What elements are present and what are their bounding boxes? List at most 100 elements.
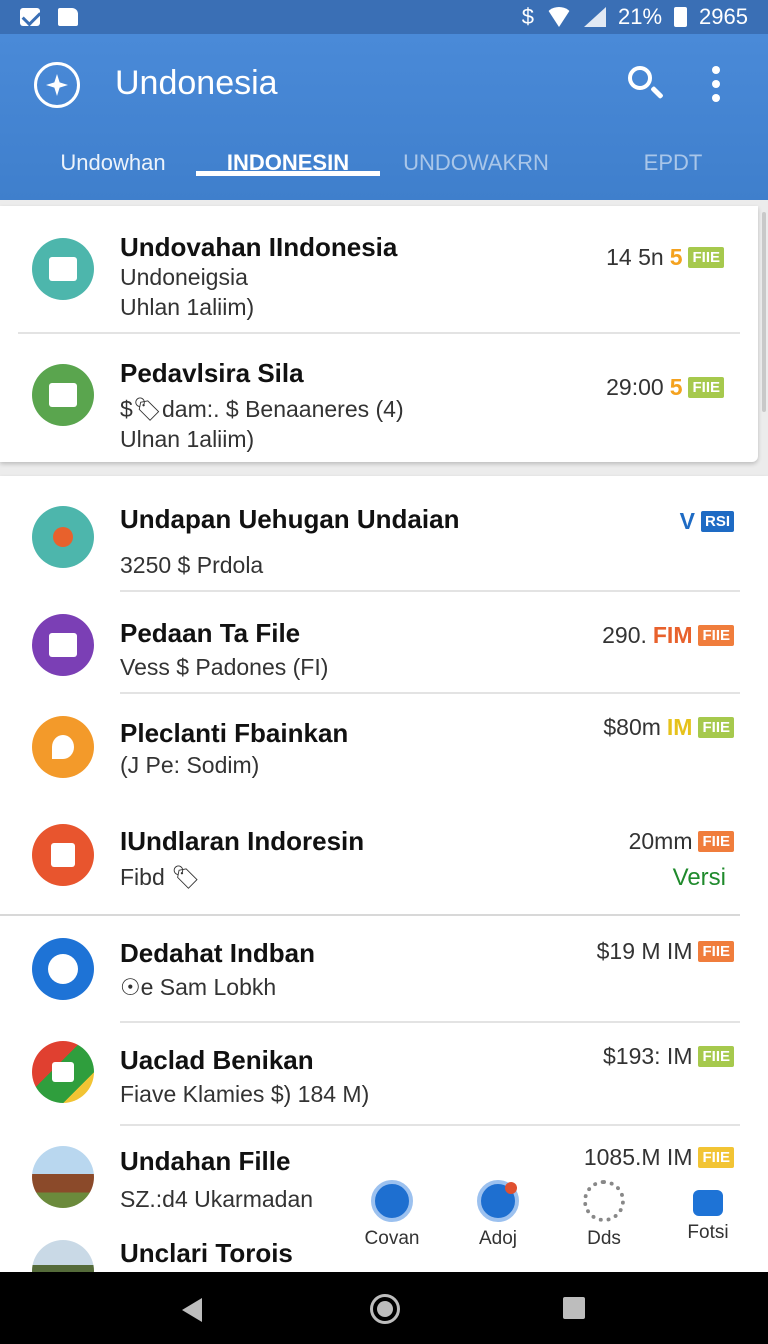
bottom-nav-label: Fotsi [687,1222,729,1243]
status-time: 2965 [699,4,748,29]
status-badge: FIIE [688,377,724,398]
house-icon [32,238,94,300]
item-meta: $193: IM FIIE [603,1043,734,1070]
bottom-nav-label: Dds [587,1228,621,1249]
system-nav-bar [0,1272,768,1344]
app-bar: Undonesia Undowhan INDONESIN UNDOWAKRN E… [0,34,768,200]
item-size: $193: IM [602,1043,693,1069]
item-meta: 20mm FIIE [629,828,734,855]
status-badge: FIIE [688,247,724,268]
document-icon [58,8,78,26]
version-label: Versi [672,864,726,891]
item-size: 20mm [628,828,693,854]
list-item[interactable]: Pleclanti Fbainkan (J Pe: Sodim) $80m IM… [0,694,768,804]
item-title: Pleclanti Fbainkan [120,718,349,748]
item-accent: IM [666,714,693,740]
bottom-nav-dds[interactable]: Dds [564,1180,644,1250]
photo-temple-icon [32,1146,94,1208]
scrollbar[interactable] [762,212,766,412]
item-subtitle: 3250 $ Prdola [120,552,264,578]
item-title: Undovahan IIndonesia [120,232,398,262]
home-icon [371,1180,413,1222]
list-item[interactable]: Undapan Uehugan Undaian 3250 $ Prdola V … [0,476,768,592]
item-subtitle: Fibd 🏷 [120,864,201,890]
tab-indonesin[interactable]: INDONESIN [196,142,380,176]
item-size: 1085.M IM [583,1144,693,1170]
status-badge: FIIE [698,625,734,646]
mail-icon [20,8,40,26]
item-size: 290. [602,622,647,648]
status-bar: $ 21% 2965 [0,0,768,34]
list-item[interactable]: Undovahan IIndonesia Undoneigsia Uhlan 1… [0,206,758,334]
search-icon[interactable] [626,64,666,104]
item-accent: FIM [652,622,693,648]
more-vertical-icon[interactable] [708,66,724,102]
item-size: $19 M IM [596,938,693,964]
status-badge: FIIE [698,1046,734,1067]
item-title: IUndlaran Indoresin [120,826,365,856]
rocket-icon [32,716,94,778]
item-subtitle: Vess $ Padones (FI) [120,654,329,680]
item-meta: 14 5n 5 FIIE [606,244,724,271]
item-title: Dedahat Indban [120,938,316,968]
puzzle-icon [32,364,94,426]
bottom-nav-label: Covan [364,1228,420,1249]
calendar-icon [32,614,94,676]
currency-icon: $ [521,4,534,29]
tab-bar: Undowhan INDONESIN UNDOWAKRN EPDT [0,142,768,200]
notification-icon [477,1180,519,1222]
list-item[interactable]: Pedavlsira Sila $🏷dam:. $ Benaaneres (4)… [0,334,758,462]
bottom-nav-fotsi[interactable]: Fotsi [668,1180,748,1244]
status-badge: FIIE [698,941,734,962]
signal-icon [584,7,606,27]
item-time: 29:00 [606,374,664,400]
list-item[interactable]: Pedaan Ta File Vess $ Padones (FI) 290. … [0,592,768,694]
bookmark-icon [32,824,94,886]
list-item[interactable]: Uaclad Benikan Fiave Klamies $) 184 M) $… [0,1023,768,1125]
app-title: Undonesia [115,64,278,102]
battery-percent: 21% [618,4,663,29]
item-size: 14 5n [606,244,664,270]
bottom-nav-label: Adoj [478,1228,518,1249]
tab-undowakrn[interactable]: UNDOWAKRN [396,142,556,176]
tab-undowhan[interactable]: Undowhan [30,142,196,176]
file-list-card: Undapan Uehugan Undaian 3250 $ Prdola V … [0,476,768,1302]
item-version: V [679,508,695,534]
item-meta: 29:00 5 FIIE [606,374,724,401]
item-subtitle: SZ.:d4 Ukarmadan [120,1186,314,1212]
home-circle-icon[interactable] [370,1294,400,1324]
item-meta: V RSI [680,508,734,535]
bottom-nav-adoj[interactable]: Adoj [458,1180,538,1250]
status-badge: FIIE [698,831,734,852]
gear-icon [583,1180,625,1222]
status-badge: RSI [700,511,734,532]
item-detail: Uhlan 1aliim) [120,294,255,320]
list-item[interactable]: Dedahat Indban ☉e Sam Lobkh $19 M IM FII… [0,916,768,1022]
item-accent: 5 [669,374,683,400]
briefcase-icon [693,1190,723,1216]
list-item[interactable]: IUndlaran Indoresin Fibd 🏷 20mm FIIE Ver… [0,804,768,914]
item-accent: 5 [669,244,683,270]
item-subtitle: (J Pe: Sodim) [120,752,260,778]
location-icon [32,506,94,568]
status-badge: FIIE [698,1147,734,1168]
item-title: Uaclad Benikan [120,1045,314,1075]
item-subtitle: $🏷dam:. $ Benaaneres (4) [120,396,404,422]
item-title: Undahan Fille [120,1146,291,1176]
item-subtitle: ☉e Sam Lobkh [120,974,277,1000]
featured-card: Undovahan IIndonesia Undoneigsia Uhlan 1… [0,206,758,462]
item-detail: Ulnan 1aliim) [120,426,255,452]
image-icon [32,1041,94,1103]
item-meta: $19 M IM FIIE [597,938,734,965]
recents-icon[interactable] [563,1297,585,1319]
bottom-nav-covan[interactable]: Covan [352,1180,432,1250]
item-meta: 1085.M IM FIIE [584,1144,734,1171]
back-icon[interactable] [182,1298,202,1322]
chat-icon [32,938,94,1000]
wifi-icon [546,7,572,27]
item-subtitle: Undoneigsia [120,264,248,290]
item-title: Pedavlsira Sila [120,358,304,388]
item-subtitle: Fiave Klamies $) 184 M) [120,1081,370,1107]
tab-epdt[interactable]: EPDT [600,142,746,176]
item-title: Unclari Torois [120,1238,293,1268]
